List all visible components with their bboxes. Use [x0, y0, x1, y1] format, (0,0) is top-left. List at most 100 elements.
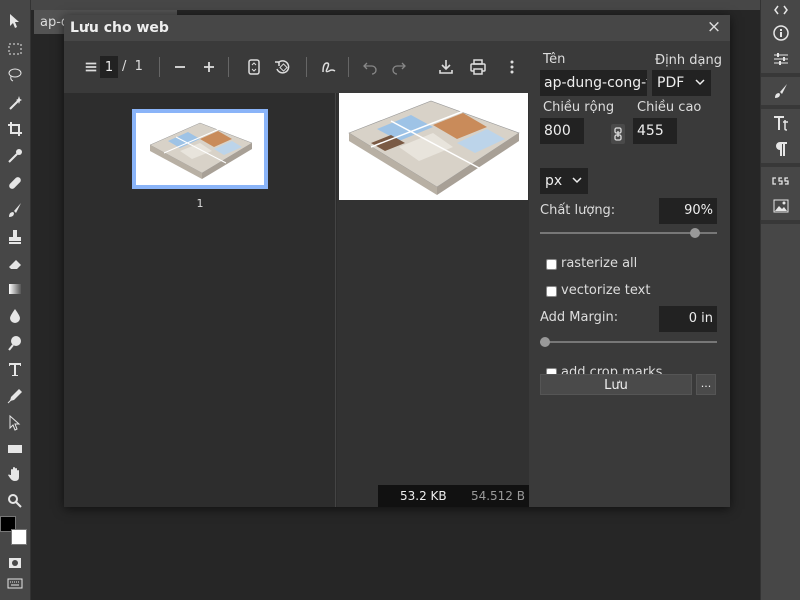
gradient-icon[interactable] — [3, 278, 27, 300]
dodge-icon[interactable] — [3, 332, 27, 354]
file-size-bytes: 54.512 B — [470, 489, 525, 503]
healing-icon[interactable] — [3, 172, 27, 194]
adjust-icon[interactable] — [766, 47, 796, 71]
margin-slider-knob[interactable] — [540, 337, 550, 347]
preview-area: / 1 — [64, 41, 529, 507]
floor-plan-thumbnail-image — [149, 122, 253, 179]
rasterize-checkbox[interactable] — [546, 259, 557, 270]
download-icon[interactable] — [438, 57, 454, 77]
margin-slider-track[interactable] — [540, 341, 717, 343]
panel-divider — [761, 73, 800, 77]
panel-divider — [761, 105, 800, 109]
floor-plan-preview-image — [348, 100, 520, 195]
panel-divider — [761, 163, 800, 167]
zoom-icon[interactable] — [3, 490, 27, 512]
export-settings-panel: Tên Định dạng ap-dung-cong-th PDF Chiều … — [529, 41, 730, 507]
brush-settings-icon[interactable] — [766, 79, 796, 103]
width-input[interactable]: 800 — [540, 118, 584, 144]
format-select-value: PDF — [657, 75, 685, 91]
paragraph-icon[interactable] — [766, 137, 796, 161]
toolbar-divider — [306, 57, 307, 77]
toolbar-divider — [228, 57, 229, 77]
page-separator: / — [122, 59, 127, 74]
pdf-toolbar: / 1 — [64, 41, 529, 93]
thumbnail-page-number: 1 — [196, 197, 204, 210]
height-label: Chiều cao — [637, 100, 702, 115]
redo-icon[interactable] — [391, 57, 407, 77]
character-icon[interactable] — [766, 111, 796, 135]
pen-icon[interactable] — [3, 385, 27, 407]
move-icon[interactable] — [3, 10, 27, 32]
margin-input[interactable]: 0 in — [659, 306, 717, 332]
lasso-icon[interactable] — [3, 64, 27, 86]
image-icon[interactable] — [766, 194, 796, 218]
link-dimensions-button[interactable] — [611, 124, 625, 144]
more-options-icon[interactable] — [504, 57, 520, 77]
zoom-out-icon[interactable] — [172, 57, 188, 77]
css-icon[interactable] — [766, 169, 796, 193]
toolbar-divider — [159, 57, 160, 77]
quality-input[interactable]: 90% — [659, 198, 717, 224]
unit-select-value: px — [545, 173, 563, 189]
page-thumbnail[interactable] — [132, 109, 268, 189]
link-icon — [614, 127, 622, 141]
vectorize-label: vectorize text — [561, 283, 651, 298]
page-number-input[interactable] — [100, 56, 118, 78]
dialog-title: Lưu cho web — [70, 20, 169, 36]
quality-label: Chất lượng: — [540, 203, 616, 218]
hand-icon[interactable] — [3, 463, 27, 485]
print-icon[interactable] — [470, 57, 486, 77]
undo-icon[interactable] — [362, 57, 378, 77]
dialog-title-bar[interactable]: Lưu cho web × — [64, 15, 730, 41]
file-size-kb: 53.2 KB — [400, 489, 447, 503]
left-toolbar — [0, 0, 31, 600]
margin-label: Add Margin: — [540, 310, 619, 325]
color-swatches[interactable] — [0, 516, 30, 548]
close-button[interactable]: × — [706, 17, 722, 37]
save-button[interactable]: Lưu — [540, 374, 692, 395]
fit-page-icon[interactable] — [246, 57, 262, 77]
rotate-icon[interactable] — [274, 57, 290, 77]
rectangle-icon[interactable] — [3, 438, 27, 460]
file-size-readout: 53.2 KB 54.512 B — [378, 485, 529, 507]
code-icon[interactable] — [766, 2, 796, 18]
chevron-down-icon — [572, 177, 582, 184]
height-input[interactable]: 455 — [633, 118, 677, 144]
page-view: 53.2 KB 54.512 B — [337, 93, 529, 507]
background-color-swatch[interactable] — [11, 529, 27, 545]
page-total-value: 1 — [134, 59, 143, 74]
stamp-icon[interactable] — [3, 226, 27, 248]
panel-divider — [761, 220, 800, 224]
sidebar-toggle-icon[interactable] — [84, 57, 98, 77]
zoom-in-icon[interactable] — [201, 57, 217, 77]
crop-icon[interactable] — [3, 118, 27, 140]
unit-select[interactable]: px — [540, 168, 588, 194]
path-select-icon[interactable] — [3, 412, 27, 434]
magic-wand-icon[interactable] — [3, 92, 27, 114]
quick-mask-icon[interactable] — [3, 552, 27, 574]
toolbar-divider — [348, 57, 349, 77]
quality-slider-knob[interactable] — [690, 228, 701, 238]
format-label: Định dạng — [655, 53, 723, 68]
width-label: Chiều rộng — [543, 100, 615, 115]
more-button[interactable]: ... — [696, 374, 716, 395]
page-preview — [339, 93, 528, 200]
right-panel-strip — [760, 0, 800, 600]
eyedropper-icon[interactable] — [3, 145, 27, 167]
annotate-icon[interactable] — [321, 57, 337, 77]
brush-icon[interactable] — [3, 199, 27, 221]
save-for-web-dialog: Lưu cho web × / 1 — [64, 15, 730, 507]
info-icon[interactable] — [766, 21, 796, 45]
chevron-down-icon — [695, 79, 705, 86]
keyboard-icon[interactable] — [3, 572, 27, 594]
text-icon[interactable] — [3, 358, 27, 380]
thumbnail-panel: 1 — [64, 93, 336, 507]
vectorize-checkbox[interactable] — [546, 286, 557, 297]
format-select[interactable]: PDF — [652, 70, 711, 96]
blur-icon[interactable] — [3, 305, 27, 327]
name-label: Tên — [543, 52, 566, 67]
eraser-icon[interactable] — [3, 253, 27, 275]
name-input[interactable]: ap-dung-cong-th — [540, 70, 647, 96]
marquee-icon[interactable] — [3, 38, 27, 60]
page-total: / 1 — [122, 59, 143, 74]
